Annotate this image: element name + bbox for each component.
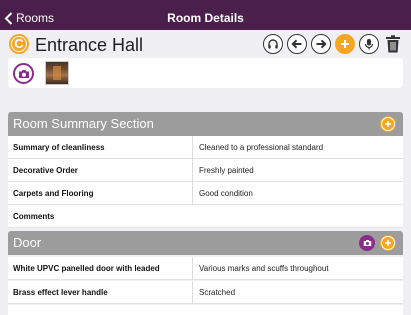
microphone-icon[interactable] xyxy=(359,34,379,54)
table-row[interactable]: Comments xyxy=(8,205,403,228)
row-label: Decorative Order xyxy=(13,166,78,175)
camera-icon xyxy=(363,240,371,246)
room-header: C Entrance Hall xyxy=(0,30,411,58)
status-bar xyxy=(0,0,411,8)
section-header-room-summary: Room Summary Section xyxy=(8,112,403,136)
photo-thumbnail[interactable] xyxy=(45,61,69,85)
add-item-button[interactable] xyxy=(380,116,396,132)
section-header-door: Door xyxy=(8,231,403,255)
room-name: Entrance Hall xyxy=(35,35,144,55)
row-label: White UPVC panelled door with leaded xyxy=(13,264,160,273)
camera-button[interactable] xyxy=(13,63,34,84)
table-row[interactable]: Decorative Order Freshly painted xyxy=(8,159,403,182)
table-row[interactable]: Carpets and Flooring Good condition xyxy=(8,182,403,205)
navigation-bar: Rooms Room Details xyxy=(0,0,411,30)
row-value: Cleaned to a professional standard xyxy=(192,136,403,159)
section-title: Room Summary Section xyxy=(13,116,154,131)
plus-icon xyxy=(385,121,391,127)
plus-icon[interactable] xyxy=(335,34,355,54)
headphones-icon[interactable] xyxy=(263,34,283,54)
row-value: Freshly painted xyxy=(192,159,403,182)
section-title: Door xyxy=(13,235,42,250)
condition-badge[interactable]: C xyxy=(9,34,29,54)
row-value: Scratched xyxy=(192,281,403,304)
page-title: Room Details xyxy=(167,11,244,25)
plus-icon xyxy=(385,240,391,246)
table-row[interactable]: Summary of cleanliness Cleaned to a prof… xyxy=(8,136,403,159)
row-value: Good condition xyxy=(192,182,403,205)
arrow-right-icon[interactable] xyxy=(311,34,331,54)
row-label: Brass effect lever handle xyxy=(13,288,108,297)
trash-icon[interactable] xyxy=(383,34,403,54)
table-row[interactable]: White UPVC panelled door with leaded Var… xyxy=(8,257,403,280)
table-row[interactable]: Brass effect lever handle Scratched xyxy=(8,281,403,304)
room-toolbar xyxy=(263,34,403,54)
condition-badge-label: C xyxy=(14,36,24,51)
row-value: Various marks and scuffs throughout xyxy=(192,257,403,280)
arrow-left-icon[interactable] xyxy=(287,34,307,54)
photo-strip xyxy=(8,58,403,88)
camera-icon xyxy=(18,69,29,78)
row-label: Carpets and Flooring xyxy=(13,189,94,198)
row-label: Comments xyxy=(13,212,55,221)
camera-button[interactable] xyxy=(359,235,375,251)
row-label: Summary of cleanliness xyxy=(13,143,105,152)
add-item-button[interactable] xyxy=(380,235,396,251)
table-row[interactable] xyxy=(8,305,403,315)
